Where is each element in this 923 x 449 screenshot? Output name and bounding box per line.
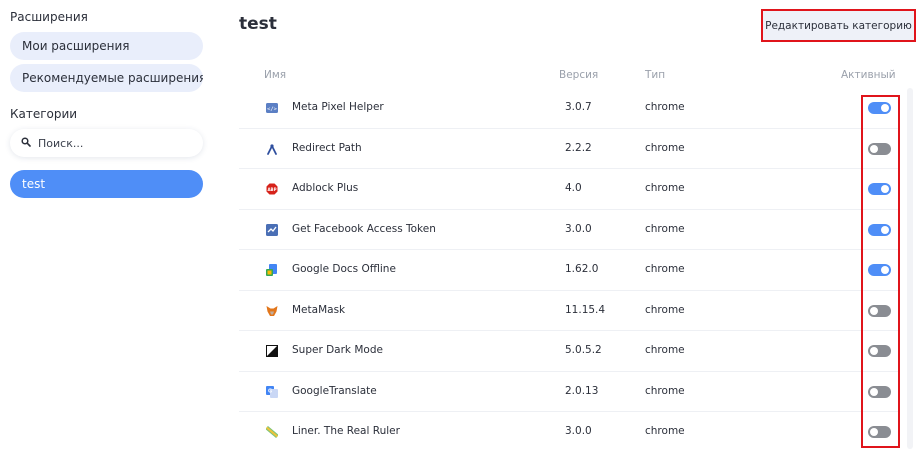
meta-pixel-helper-icon: </>: [266, 103, 278, 113]
extension-type: chrome: [645, 141, 685, 154]
metamask-fox-icon: [266, 305, 278, 316]
extension-name: Adblock Plus: [292, 182, 359, 194]
extension-name: Meta Pixel Helper: [292, 101, 384, 113]
toggle-knob: [870, 144, 878, 153]
google-translate-icon: G: [266, 385, 278, 398]
categories-heading: Категории: [10, 107, 78, 121]
active-toggle[interactable]: [868, 385, 891, 398]
dark-mode-icon: [266, 345, 278, 357]
extension-name: Redirect Path: [292, 141, 362, 154]
table-row[interactable]: G GoogleTranslate 2.0.13 chrome: [239, 372, 900, 412]
google-docs-offline-icon: [266, 264, 277, 276]
table-row[interactable]: ABP Adblock Plus 4.0 chrome: [239, 169, 900, 210]
extensions-heading: Расширения: [10, 10, 88, 24]
toggle-knob: [870, 428, 878, 436]
ruler-icon: [266, 426, 278, 438]
extension-name: Get Facebook Access Token: [292, 222, 436, 235]
toggle-knob: [870, 306, 878, 315]
search-input[interactable]: [38, 129, 198, 157]
active-toggle[interactable]: [868, 264, 891, 276]
table-row[interactable]: Super Dark Mode 5.0.5.2 chrome: [239, 331, 900, 372]
extension-name: Super Dark Mode: [292, 344, 383, 356]
redirect-path-icon: [267, 143, 277, 155]
table-row[interactable]: MetaMask 11.15.4 chrome: [239, 291, 900, 331]
extension-name: Google Docs Offline: [292, 263, 396, 275]
active-toggle[interactable]: [868, 345, 891, 357]
extension-name: MetaMask: [292, 303, 346, 316]
extension-type: chrome: [645, 263, 685, 275]
toggle-knob: [881, 266, 889, 274]
sidebar: Расширения Мои расширения Рекомендуемые …: [0, 0, 215, 449]
extension-type: chrome: [645, 344, 685, 356]
extension-version: 2.0.13: [565, 384, 599, 397]
category-search[interactable]: [10, 129, 203, 157]
extension-version: 3.0.7: [565, 101, 592, 113]
extensions-manager: Расширения Мои расширения Рекомендуемые …: [0, 0, 923, 449]
table-row[interactable]: Redirect Path 2.2.2 chrome: [239, 129, 900, 169]
toggle-knob: [870, 347, 878, 355]
nav-recommended-extensions[interactable]: Рекомендуемые расширения: [10, 64, 203, 92]
extension-version: 3.0.0: [565, 425, 592, 437]
edit-category-button[interactable]: Редактировать категорию: [761, 9, 916, 42]
column-header-active[interactable]: Активный: [841, 69, 896, 81]
active-toggle[interactable]: [868, 223, 891, 236]
toggle-knob: [881, 104, 889, 112]
extension-version: 3.0.0: [565, 222, 592, 235]
toggle-knob: [881, 225, 889, 234]
extension-version: 2.2.2: [565, 141, 592, 154]
extension-version: 1.62.0: [565, 263, 599, 275]
active-toggle[interactable]: [868, 426, 891, 438]
extension-type: chrome: [645, 303, 685, 316]
extension-name: Liner. The Real Ruler: [292, 425, 400, 437]
svg-text:G: G: [268, 388, 272, 394]
extension-version: 4.0: [565, 182, 582, 194]
extension-type: chrome: [645, 425, 685, 437]
extension-name: GoogleTranslate: [292, 384, 377, 397]
facebook-token-icon: [266, 223, 278, 236]
extension-type: chrome: [645, 222, 685, 235]
active-toggle[interactable]: [868, 142, 891, 155]
column-header-name[interactable]: Имя: [264, 69, 286, 81]
svg-text:ABP: ABP: [267, 187, 276, 192]
table-scrollbar[interactable]: [907, 88, 913, 449]
table-row[interactable]: Google Docs Offline 1.62.0 chrome: [239, 250, 900, 291]
active-toggle[interactable]: [868, 304, 891, 317]
table-row[interactable]: Get Facebook Access Token 3.0.0 chrome: [239, 210, 900, 250]
extension-version: 5.0.5.2: [565, 344, 602, 356]
extension-type: chrome: [645, 182, 685, 194]
column-header-type[interactable]: Тип: [645, 69, 665, 81]
nav-my-extensions[interactable]: Мои расширения: [10, 32, 203, 60]
extension-type: chrome: [645, 384, 685, 397]
page-title: test: [239, 14, 277, 34]
extension-type: chrome: [645, 101, 685, 113]
extensions-table: </> Meta Pixel Helper 3.0.7 chrome Redir…: [239, 88, 900, 449]
column-header-version[interactable]: Версия: [559, 69, 598, 81]
extension-version: 11.15.4: [565, 303, 606, 316]
category-item-test[interactable]: test: [10, 170, 203, 198]
table-row[interactable]: </> Meta Pixel Helper 3.0.7 chrome: [239, 88, 900, 129]
search-icon: [21, 137, 31, 147]
adblock-plus-icon: ABP: [266, 183, 278, 195]
svg-text:</>: </>: [267, 107, 278, 113]
active-toggle[interactable]: [868, 102, 891, 114]
toggle-knob: [870, 387, 878, 396]
active-toggle[interactable]: [868, 183, 891, 195]
table-row[interactable]: Liner. The Real Ruler 3.0.0 chrome: [239, 412, 900, 449]
toggle-knob: [881, 185, 889, 193]
